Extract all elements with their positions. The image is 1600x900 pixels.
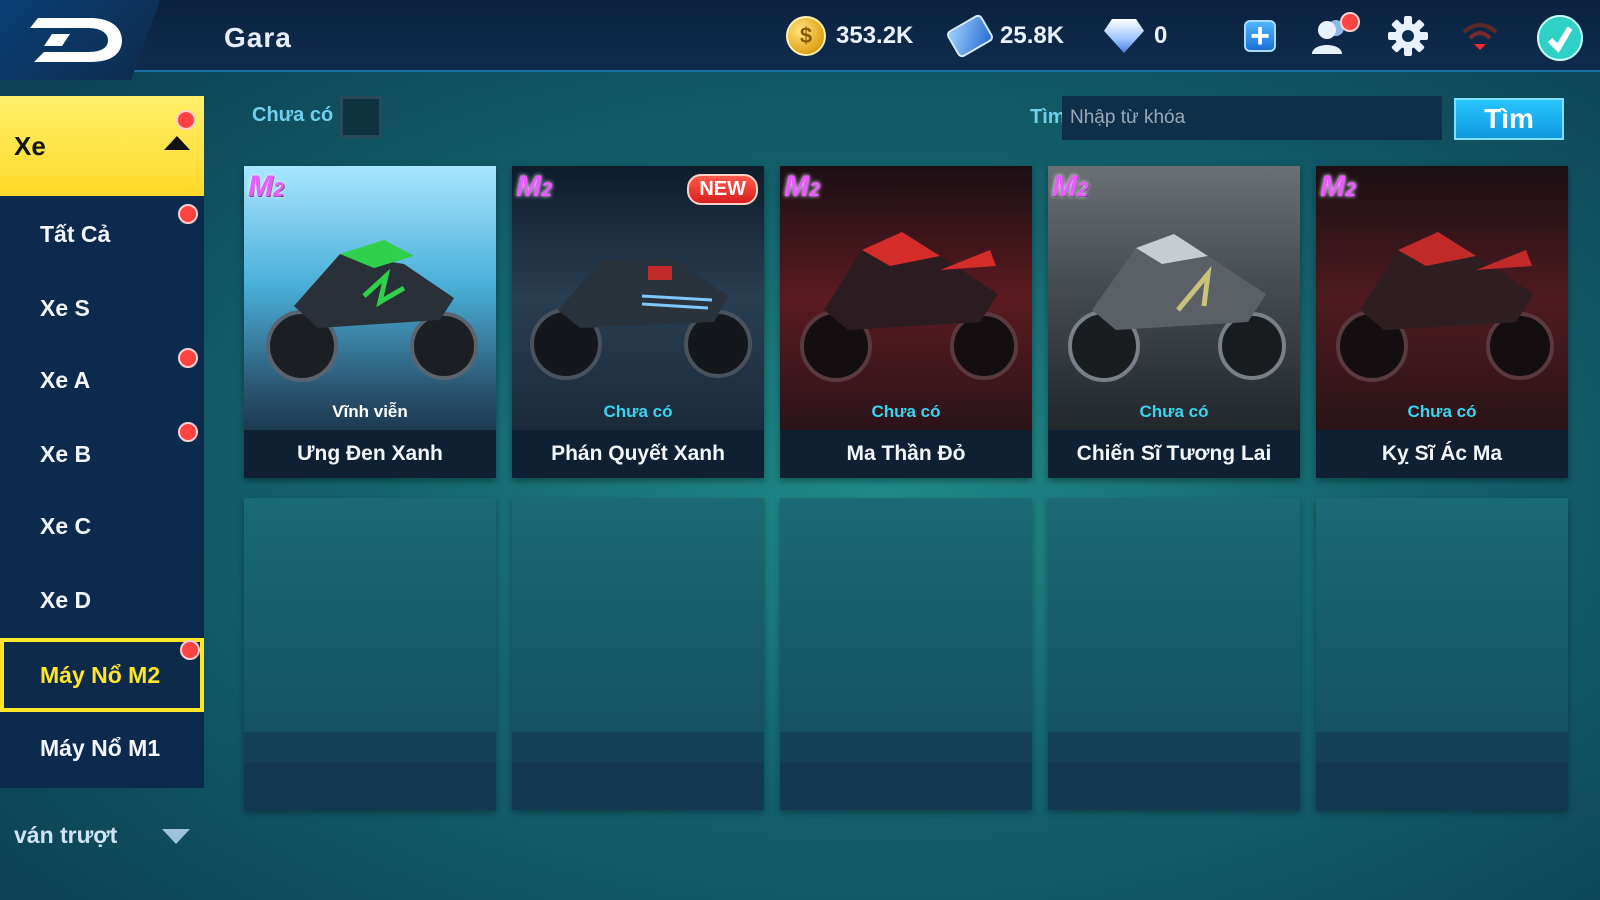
sidebar-category-label: Xe: [14, 130, 46, 161]
sidebar-item-label: Xe D: [40, 586, 92, 613]
search-label: Tìm: [1030, 106, 1066, 128]
settings-button[interactable]: [1386, 14, 1430, 58]
vehicle-status: Chưa có: [1407, 402, 1477, 421]
sidebar-item-label: Xe B: [40, 440, 92, 467]
vehicle-card[interactable]: M2 Chưa có Chiến Sĩ Tương Lai: [1048, 166, 1300, 478]
empty-slot: [244, 498, 496, 810]
gold-amount: 353.2K: [836, 22, 914, 49]
vehicle-name: Phán Quyết Xanh: [512, 430, 764, 478]
sidebar-item-class-c[interactable]: Xe C: [0, 492, 204, 560]
friends-notification-dot: [1340, 12, 1360, 32]
empty-slot: [1048, 498, 1300, 810]
vehicle-name: Chiến Sĩ Tương Lai: [1048, 430, 1300, 478]
m2-badge-icon: M2: [516, 170, 553, 203]
profile-button[interactable]: [1536, 14, 1583, 61]
network-status: [1458, 14, 1502, 58]
category-notification-dot: [176, 110, 196, 130]
collapse-arrow-icon: [164, 136, 190, 150]
vehicle-status: Vĩnh viễn: [332, 402, 408, 421]
vehicle-status: Chưa có: [1139, 402, 1209, 421]
add-currency-button[interactable]: +: [1244, 19, 1276, 53]
motorbike-icon: [530, 258, 752, 380]
motorbike-icon: [266, 240, 478, 382]
wifi-signal-icon: [1462, 23, 1498, 50]
gold-coin-icon: $: [786, 16, 826, 56]
sidebar-item-all[interactable]: Tất Cả: [0, 200, 204, 268]
card-currency: 25.8K: [945, 13, 1065, 59]
page-title: Gara: [224, 22, 292, 53]
empty-slot: [1316, 498, 1568, 810]
top-bar: Gara $ 353.2K 25.8K 0 +: [0, 0, 1600, 80]
motorbike-icon: [1068, 234, 1286, 382]
card-amount: 25.8K: [1000, 22, 1065, 49]
sidebar-item-label: Tất Cả: [40, 220, 111, 247]
motorbike-icon: [1336, 232, 1554, 382]
sidebar-notification-dot: [178, 422, 198, 442]
sidebar-category-skateboard[interactable]: ván trượt: [0, 800, 204, 870]
sidebar-notification-dot: [178, 204, 198, 224]
search-button[interactable]: Tìm: [1454, 98, 1564, 140]
m2-badge-icon: M2: [1320, 170, 1357, 203]
gold-currency: $ 353.2K: [786, 14, 913, 58]
motorbike-icon: [800, 232, 1018, 382]
sidebar-notification-dot: [180, 640, 200, 660]
sidebar-item-class-d[interactable]: Xe D: [0, 566, 204, 634]
back-button[interactable]: [0, 0, 160, 80]
vehicle-status: Chưa có: [603, 402, 673, 421]
diamond-currency: 0: [1104, 14, 1167, 58]
sidebar-item-class-s[interactable]: Xe S: [0, 274, 204, 342]
sidebar-footer-label: ván trượt: [14, 821, 118, 848]
filter-not-owned-label: Chưa có: [252, 104, 334, 126]
empty-slot: [512, 498, 764, 810]
diamond-amount: 0: [1154, 22, 1168, 49]
sidebar-item-label: Máy Nổ M1: [40, 734, 161, 761]
game-logo-icon: [30, 18, 122, 62]
m2-badge-icon: M2: [784, 170, 821, 203]
sidebar-category-vehicle[interactable]: Xe: [0, 96, 204, 196]
expand-arrow-icon: [162, 829, 190, 844]
sidebar-notification-dot: [178, 348, 198, 368]
friends-button[interactable]: [1310, 12, 1360, 58]
sidebar-item-label: Xe C: [40, 512, 92, 539]
vehicle-name: Kỵ Sĩ Ác Ma: [1316, 430, 1568, 478]
sidebar-item-class-a[interactable]: Xe A: [0, 346, 204, 414]
sidebar-item-engine-m1[interactable]: Máy Nổ M1: [0, 714, 204, 782]
search-input[interactable]: [1062, 96, 1442, 140]
filter-not-owned-checkbox[interactable]: [340, 96, 382, 138]
diamond-icon: [1104, 19, 1144, 53]
m2-badge-icon: M2: [1052, 170, 1089, 203]
vehicle-status: Chưa có: [871, 402, 941, 421]
new-badge: NEW: [687, 174, 758, 205]
vehicle-name: Ưng Đen Xanh: [244, 430, 496, 478]
card-currency-icon: [945, 13, 995, 59]
vehicle-card[interactable]: M2 Chưa có Kỵ Sĩ Ác Ma: [1316, 166, 1568, 478]
gear-icon: [1388, 16, 1428, 56]
sidebar-item-label: Xe A: [40, 366, 91, 393]
vehicle-card[interactable]: M2 Chưa có Ma Thần Đỏ: [780, 166, 1032, 478]
sidebar-item-engine-m2[interactable]: Máy Nổ M2: [0, 638, 204, 712]
sidebar-item-label: Xe S: [40, 294, 90, 321]
sidebar-item-class-b[interactable]: Xe B: [0, 420, 204, 488]
vehicle-card[interactable]: M2 NEW Chưa có Phán Quyết Xanh: [512, 166, 764, 478]
empty-slot: [780, 498, 1032, 810]
m2-badge-icon: M2: [248, 170, 285, 203]
avatar-icon: [1537, 15, 1583, 61]
vehicle-card[interactable]: M2 Vĩnh viễn Ưng Đen Xanh: [244, 166, 496, 478]
sidebar-item-label: Máy Nổ M2: [40, 661, 161, 688]
vehicle-name: Ma Thần Đỏ: [780, 430, 1032, 478]
category-sidebar: Xe Tất Cả Xe S Xe A Xe B Xe C Xe D Máy N…: [0, 96, 204, 788]
